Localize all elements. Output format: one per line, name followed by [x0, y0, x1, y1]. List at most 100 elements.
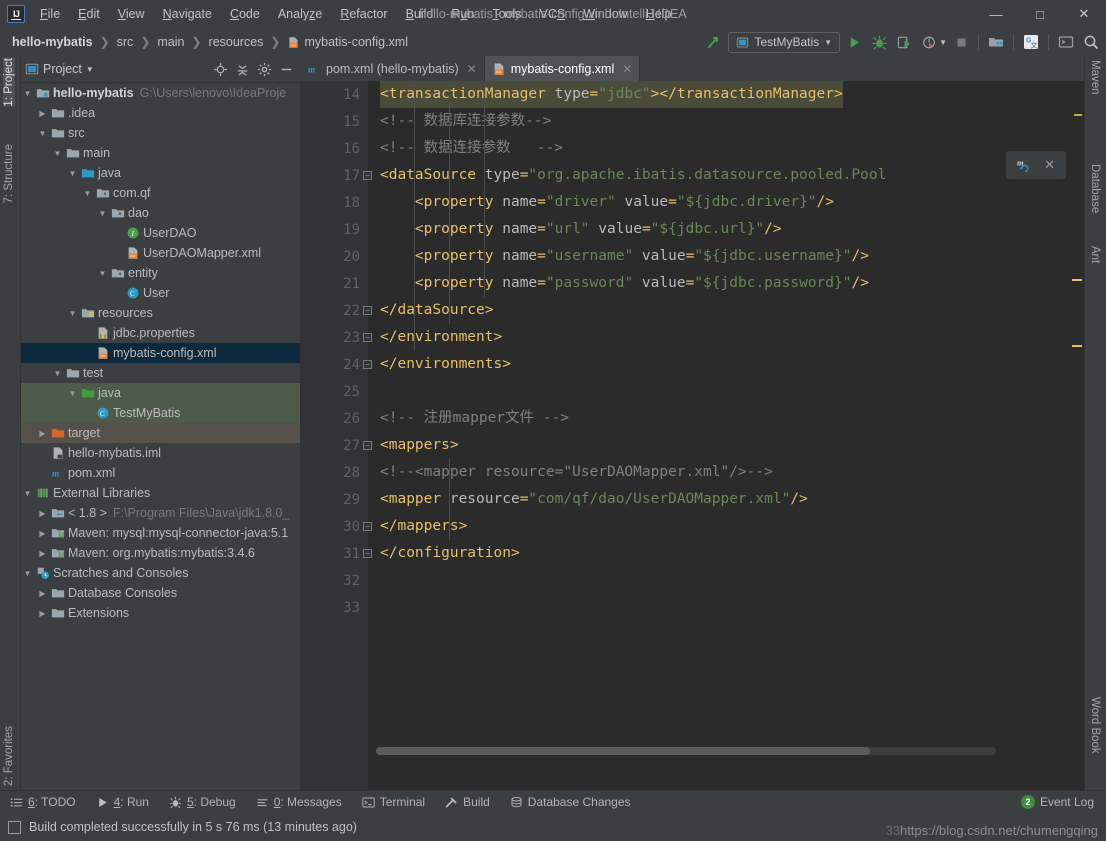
tree-node-userdaomapper.xml[interactable]: <> UserDAOMapper.xml — [21, 243, 300, 263]
bottom-tool-4-run[interactable]: 4: Run — [86, 795, 159, 809]
tree-twisty-down-icon[interactable]: ▼ — [36, 129, 49, 138]
tree-node-resources[interactable]: ▼ resources — [21, 303, 300, 323]
menu-item-navigate[interactable]: Navigate — [154, 3, 221, 25]
tree-node-com.qf[interactable]: ▼ com.qf — [21, 183, 300, 203]
code-line-31[interactable]: </configuration> — [380, 540, 1084, 567]
code-fold-toggle[interactable]: − — [363, 360, 372, 369]
sidebar-item-database[interactable]: Database — [1089, 164, 1101, 213]
tree-node-mybatis-config.xml[interactable]: <> mybatis-config.xml — [21, 343, 300, 363]
tree-node-user[interactable]: C User — [21, 283, 300, 303]
tree-node-pom.xml[interactable]: m pom.xml — [21, 463, 300, 483]
breadcrumb-item-resources[interactable]: resources — [205, 33, 268, 51]
tree-twisty-down-icon[interactable]: ▼ — [21, 489, 34, 498]
code-fold-toggle[interactable]: − — [363, 549, 372, 558]
project-structure-icon[interactable] — [985, 31, 1007, 53]
collapse-all-icon[interactable] — [232, 59, 252, 79]
code-folding-gutter[interactable]: − − − − − − − — [360, 81, 380, 790]
breadcrumb-item-src[interactable]: src — [113, 33, 138, 51]
code-line-29[interactable]: <mapper resource="com/qf/dao/UserDAOMapp… — [380, 486, 1084, 513]
code-line-21[interactable]: <property name="password" value="${jdbc.… — [380, 270, 1084, 297]
sidebar-item-ant[interactable]: Ant — [1089, 246, 1101, 263]
maven-reload-popup[interactable]: m ✕ — [1006, 151, 1066, 179]
tree-twisty-down-icon[interactable]: ▼ — [66, 169, 79, 178]
menu-item-refactor[interactable]: Refactor — [331, 3, 396, 25]
breadcrumb-item-hello-mybatis[interactable]: hello-mybatis — [8, 33, 97, 51]
tree-twisty-right-icon[interactable]: ▶ — [36, 589, 49, 598]
open-terminal-icon[interactable] — [1055, 31, 1077, 53]
tree-node-test[interactable]: ▼ test — [21, 363, 300, 383]
tree-twisty-down-icon[interactable]: ▼ — [51, 149, 64, 158]
bottom-tool-5-debug[interactable]: 5: Debug — [159, 795, 246, 809]
tree-twisty-right-icon[interactable]: ▶ — [36, 429, 49, 438]
bottom-tool-terminal[interactable]: Terminal — [352, 795, 435, 809]
menu-item-file[interactable]: File — [31, 3, 69, 25]
code-line-19[interactable]: <property name="url" value="${jdbc.url}"… — [380, 216, 1084, 243]
code-line-32[interactable] — [380, 567, 1084, 594]
menu-item-view[interactable]: View — [109, 3, 154, 25]
code-line-15[interactable]: <!-- 数据库连接参数--> — [380, 108, 1084, 135]
code-line-33[interactable] — [380, 594, 1084, 621]
code-line-14[interactable]: <transactionManager type="jdbc"></transa… — [380, 81, 1084, 108]
bottom-tool-0-messages[interactable]: 0: Messages — [246, 795, 352, 809]
tree-node-java[interactable]: ▼ java — [21, 383, 300, 403]
event-log-button[interactable]: 2 Event Log — [1009, 795, 1106, 809]
code-line-28[interactable]: <!--<mapper resource="UserDAOMapper.xml"… — [380, 459, 1084, 486]
code-line-22[interactable]: </dataSource> — [380, 297, 1084, 324]
code-fold-toggle[interactable]: − — [363, 441, 372, 450]
menu-item-analyze[interactable]: Analyze — [269, 3, 331, 25]
editor-tab-pom.xml-hello-mybatis-[interactable]: m pom.xml (hello-mybatis) ✕ — [300, 56, 485, 81]
tree-twisty-down-icon[interactable]: ▼ — [21, 89, 34, 98]
make-project-icon[interactable] — [703, 31, 725, 53]
settings-gear-icon[interactable] — [254, 59, 274, 79]
bottom-tool-database-changes[interactable]: Database Changes — [500, 795, 641, 809]
locate-icon[interactable] — [210, 59, 230, 79]
tree-node-jdbc.properties[interactable]: jdbc.properties — [21, 323, 300, 343]
scrollbar-thumb[interactable] — [376, 747, 870, 755]
tree-twisty-right-icon[interactable]: ▶ — [36, 529, 49, 538]
close-button[interactable]: ✕ — [1062, 0, 1106, 28]
code-editor[interactable]: 14 15 16 17 18 19 20 21 22 23 24 25 26 27 28 29 30 31 32 33… — [300, 81, 1084, 790]
tree-node-hello-mybatis.iml[interactable]: hello-mybatis.iml — [21, 443, 300, 463]
tree-node-hello-mybatis[interactable]: ▼ hello-mybatis G:\Users\lenovo\IdeaProje — [21, 83, 300, 103]
sidebar-item-structure[interactable]: 7: Structure — [3, 144, 15, 203]
tree-node--1.8-[interactable]: ▶ < 1.8 > F:\Program Files\Java\jdk1.8.0_ — [21, 503, 300, 523]
bottom-tool-6-todo[interactable]: 6: TODO — [0, 795, 86, 809]
tree-twisty-right-icon[interactable]: ▶ — [36, 609, 49, 618]
editor-horizontal-scrollbar[interactable] — [376, 747, 996, 755]
code-line-17[interactable]: <dataSource type="org.apache.ibatis.data… — [380, 162, 1084, 189]
profile-icon[interactable] — [918, 31, 940, 53]
code-line-24[interactable]: </environments> — [380, 351, 1084, 378]
tree-twisty-down-icon[interactable]: ▼ — [51, 369, 64, 378]
chevron-down-icon-project[interactable]: ▼ — [86, 65, 94, 74]
breadcrumb-item-mybatis-config-xml[interactable]: <> mybatis-config.xml — [283, 33, 412, 51]
tree-twisty-down-icon[interactable]: ▼ — [96, 209, 109, 218]
tree-twisty-down-icon[interactable]: ▼ — [66, 389, 79, 398]
code-fold-toggle[interactable]: − — [363, 306, 372, 315]
sidebar-item-project[interactable]: 1: Project — [3, 58, 15, 107]
debug-icon[interactable] — [868, 31, 890, 53]
tree-node-target[interactable]: ▶ target — [21, 423, 300, 443]
tree-node-src[interactable]: ▼ src — [21, 123, 300, 143]
close-icon[interactable]: ✕ — [467, 62, 477, 76]
tree-node-dao[interactable]: ▼ dao — [21, 203, 300, 223]
bottom-tool-build[interactable]: Build — [435, 795, 500, 809]
close-icon[interactable]: ✕ — [622, 62, 632, 76]
search-everywhere-icon[interactable] — [1080, 31, 1102, 53]
close-icon[interactable]: ✕ — [1044, 157, 1055, 173]
run-icon[interactable] — [843, 31, 865, 53]
editor-markers-gutter[interactable] — [1072, 81, 1084, 790]
tree-node-extensions[interactable]: ▶ Extensions — [21, 603, 300, 623]
code-line-16[interactable]: <!-- 数据连接参数 --> — [380, 135, 1084, 162]
menu-item-edit[interactable]: Edit — [69, 3, 109, 25]
run-with-coverage-icon[interactable] — [893, 31, 915, 53]
tree-node-testmybatis[interactable]: C TestMyBatis — [21, 403, 300, 423]
sidebar-item-favorites[interactable]: 2: Favorites — [3, 726, 15, 786]
code-line-25[interactable] — [380, 378, 1084, 405]
tree-twisty-down-icon[interactable]: ▼ — [96, 269, 109, 278]
code-line-30[interactable]: </mappers> — [380, 513, 1084, 540]
code-content[interactable]: <transactionManager type="jdbc"></transa… — [380, 81, 1084, 790]
tree-node-scratches-and-consoles[interactable]: ▼ Scratches and Consoles — [21, 563, 300, 583]
code-line-26[interactable]: <!-- 注册mapper文件 --> — [380, 405, 1084, 432]
project-tree[interactable]: ▼ hello-mybatis G:\Users\lenovo\IdeaProje ▶… — [21, 82, 300, 790]
tree-node-maven-mysql-mysql-connector-java-5.1[interactable]: ▶ Maven: mysql:mysql-connector-java:5.1 — [21, 523, 300, 543]
